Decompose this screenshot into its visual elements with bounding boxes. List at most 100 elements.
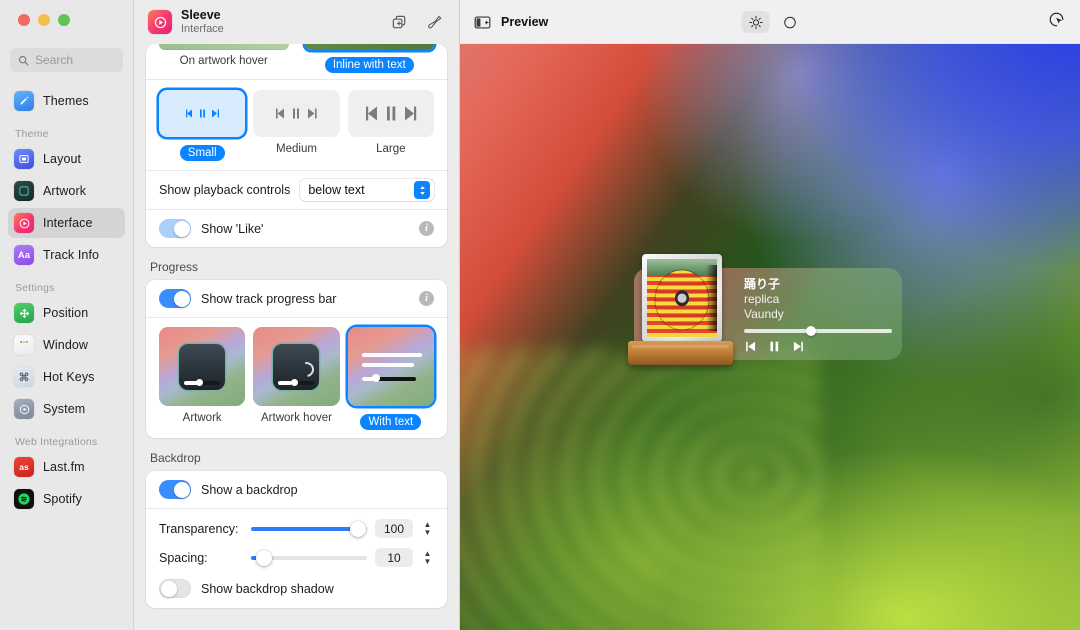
sidebar-item-lastfm[interactable]: as Last.fm: [8, 452, 125, 482]
sidebar-item-label: Artwork: [43, 184, 86, 198]
app-window: Search Themes Theme Layout Artwork: [0, 0, 1080, 630]
show-like-row: Show 'Like' i: [146, 210, 447, 247]
sidebar-item-system[interactable]: System: [8, 394, 125, 424]
cursor-circle-icon: [1047, 10, 1066, 29]
info-icon[interactable]: i: [419, 221, 434, 236]
option-label: With text: [360, 414, 421, 430]
show-progress-row: Show track progress bar i: [146, 280, 447, 317]
show-backdrop-toggle[interactable]: [159, 480, 191, 499]
track-info-icon: Aa: [14, 245, 34, 265]
sidebar-group-title: Settings: [8, 272, 125, 298]
track-progress-thumb[interactable]: [806, 326, 816, 336]
transparency-stepper[interactable]: ▲▼: [421, 518, 434, 539]
playback-controls: [744, 341, 892, 352]
sleeve-app-icon: [148, 10, 172, 34]
click-through-button[interactable]: [1047, 10, 1066, 34]
info-icon[interactable]: i: [419, 291, 434, 306]
show-like-toggle[interactable]: [159, 219, 191, 238]
sidebar-item-label: System: [43, 402, 85, 416]
controls-size-option-large[interactable]: Large: [348, 90, 434, 161]
controls-style-option-on-artwork-hover[interactable]: On artwork hover: [159, 44, 289, 73]
playback-controls-select[interactable]: below text: [300, 179, 434, 201]
sidebar-item-window[interactable]: Window: [8, 330, 125, 360]
sidebar-item-hot-keys[interactable]: ⌘ Hot Keys: [8, 362, 125, 392]
controls-style-selector[interactable]: On artwork hover Inline with text: [146, 44, 447, 79]
option-label: Small: [180, 145, 225, 161]
sidebar-item-label: Interface: [43, 216, 93, 230]
window-icon: [14, 335, 34, 355]
progress-style-option-artwork-hover[interactable]: Artwork hover: [253, 327, 339, 430]
sidebar-item-position[interactable]: Position: [8, 298, 125, 328]
spacing-value[interactable]: 10: [375, 548, 413, 567]
sidebar-item-track-info[interactable]: Aa Track Info: [8, 240, 125, 270]
player-widget[interactable]: 踊り子 replica Vaundy: [634, 268, 902, 360]
album-artwork[interactable]: [642, 254, 722, 342]
sidebar-item-label: Spotify: [43, 492, 82, 506]
track-artist: Vaundy: [744, 307, 892, 322]
show-like-label: Show 'Like': [201, 222, 263, 236]
search-placeholder: Search: [35, 53, 73, 67]
settings-pane: Sleeve Interface: [134, 0, 460, 630]
show-backdrop-row: Show a backdrop: [146, 471, 447, 508]
show-track-progress-toggle[interactable]: [159, 289, 191, 308]
controls-size-selector[interactable]: Small Medium: [146, 80, 447, 170]
progress-thumbnail-artwork-hover: [253, 327, 339, 406]
sidebar-toggle-button[interactable]: [474, 15, 491, 30]
sidebar-group-title: Theme: [8, 118, 125, 144]
mini-artwork: [179, 344, 225, 390]
preview-title: Preview: [501, 15, 548, 29]
option-label: Medium: [253, 143, 339, 155]
light-mode-button[interactable]: [741, 11, 769, 33]
transparency-row: Transparency: 100 ▲▼: [146, 509, 447, 543]
track-info-glyph: Aa: [18, 250, 30, 261]
controls-size-option-medium[interactable]: Medium: [253, 90, 339, 161]
sidebar-item-themes[interactable]: Themes: [8, 86, 125, 116]
minimize-button[interactable]: [38, 14, 50, 26]
track-progress-bar[interactable]: [744, 329, 892, 333]
option-label: On artwork hover: [159, 55, 289, 67]
sidebar-item-label: Window: [43, 338, 88, 352]
progress-thumbnail-with-text: [348, 327, 434, 406]
sidebar-item-artwork[interactable]: Artwork: [8, 176, 125, 206]
progress-section-title: Progress: [146, 247, 447, 280]
show-backdrop-shadow-toggle[interactable]: [159, 579, 191, 598]
spacing-slider[interactable]: [251, 556, 367, 560]
spacing-row: Spacing: 10 ▲▼: [146, 543, 447, 572]
pause-icon[interactable]: [769, 341, 780, 352]
progress-style-option-artwork[interactable]: Artwork: [159, 327, 245, 430]
progress-style-selector[interactable]: Artwork Artwork hover: [146, 318, 447, 438]
transport-icons: [361, 105, 421, 122]
controls-style-option-inline-with-text[interactable]: Inline with text: [305, 44, 435, 73]
command-glyph: ⌘: [19, 371, 30, 384]
add-preset-button[interactable]: [386, 9, 412, 35]
style-thumbnail: [305, 44, 435, 50]
search-input[interactable]: Search: [10, 48, 123, 72]
sidebar-item-layout[interactable]: Layout: [8, 144, 125, 174]
zoom-button[interactable]: [58, 14, 70, 26]
close-button[interactable]: [18, 14, 30, 26]
transparency-slider[interactable]: [251, 527, 367, 531]
spotify-icon: [14, 489, 34, 509]
sidebar-item-spotify[interactable]: Spotify: [8, 484, 125, 514]
spacing-stepper[interactable]: ▲▼: [421, 547, 434, 568]
next-icon[interactable]: [792, 341, 805, 352]
toggle-knob: [174, 221, 190, 237]
transparency-value[interactable]: 100: [375, 519, 413, 538]
mini-progress-thumb: [372, 374, 380, 382]
mini-progress-bar: [184, 381, 220, 385]
sidebar-item-interface[interactable]: Interface: [8, 208, 125, 238]
previous-icon[interactable]: [744, 341, 757, 352]
cover-shadow: [706, 265, 717, 331]
mini-artwork: [273, 344, 319, 390]
theme-brush-button[interactable]: [421, 9, 447, 35]
slider-fill: [251, 527, 358, 531]
slider-thumb[interactable]: [256, 550, 272, 566]
controls-size-option-small[interactable]: Small: [159, 90, 245, 161]
sidebar-toggle-icon: [474, 15, 491, 30]
settings-header-titles: Sleeve Interface: [181, 9, 224, 36]
selected-value: below text: [308, 183, 364, 197]
slider-thumb[interactable]: [350, 521, 366, 537]
dark-mode-button[interactable]: [775, 11, 803, 33]
settings-scroll-area[interactable]: On artwork hover Inline with text: [134, 44, 459, 630]
progress-style-option-with-text[interactable]: With text: [348, 327, 434, 430]
